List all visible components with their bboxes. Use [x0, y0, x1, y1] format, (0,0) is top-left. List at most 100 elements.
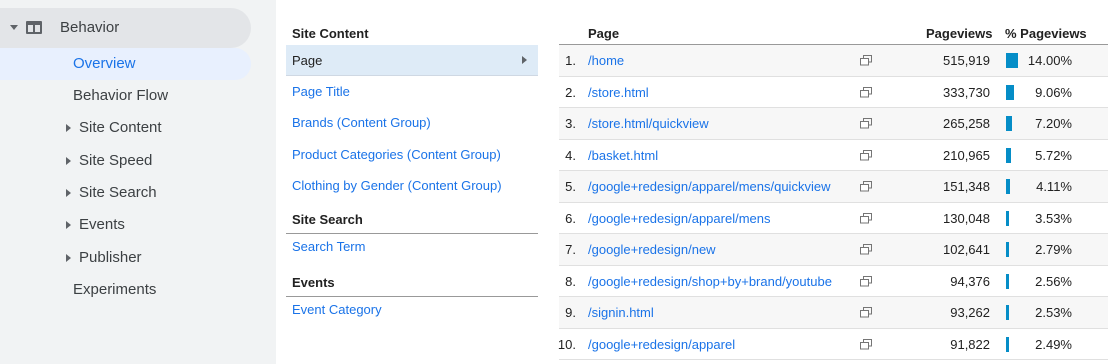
- column-header-pageviews[interactable]: Pageviews: [926, 26, 993, 41]
- page-link[interactable]: /google+redesign/new: [588, 242, 716, 257]
- table-row: 3. /store.html/quickview 265,258 7.20%: [559, 108, 1108, 140]
- open-external-icon[interactable]: [860, 212, 872, 224]
- nav-behavior-label: Behavior: [60, 19, 120, 36]
- behavior-sidebar: Behavior Overview Behavior Flow Site Con…: [0, 0, 276, 364]
- pageviews-share-bar: [1006, 273, 1009, 289]
- nav-overview[interactable]: Overview: [0, 48, 251, 80]
- caret-right-icon: [66, 124, 71, 132]
- nav-site-search[interactable]: Site Search: [0, 177, 251, 209]
- caret-right-icon: [66, 189, 71, 197]
- open-external-icon[interactable]: [860, 149, 872, 161]
- nav-site-speed[interactable]: Site Speed: [0, 145, 251, 177]
- table-row: 10. /google+redesign/apparel 91,822 2.49%: [557, 329, 1108, 360]
- dimension-product-categories[interactable]: Product Categories (Content Group): [286, 139, 538, 170]
- row-index: 10.: [557, 336, 576, 352]
- pageviews-value: 130,048: [943, 210, 990, 226]
- page-link[interactable]: /store.html: [588, 85, 649, 100]
- nav-experiments[interactable]: Experiments: [0, 274, 251, 306]
- open-external-icon[interactable]: [860, 55, 872, 66]
- behavior-window-icon: [26, 21, 42, 34]
- row-index: 4.: [565, 147, 576, 163]
- page-link[interactable]: /store.html/quickview: [588, 116, 709, 131]
- page-link[interactable]: /google+redesign/apparel: [588, 337, 735, 352]
- page-link[interactable]: /google+redesign/apparel/mens/quickview: [588, 179, 830, 194]
- dimension-page-label: Page: [292, 53, 323, 68]
- pageviews-value: 94,376: [950, 273, 990, 289]
- caret-down-icon: [10, 25, 18, 30]
- table-row: 4. /basket.html 210,965 5.72%: [559, 140, 1108, 171]
- nav-behavior-flow[interactable]: Behavior Flow: [0, 80, 251, 112]
- pageviews-share-bar: [1006, 336, 1009, 352]
- page-link[interactable]: /signin.html: [588, 305, 654, 320]
- pct-pageviews-value: 2.49%: [1035, 336, 1072, 352]
- pageviews-value: 91,822: [950, 336, 990, 352]
- pageviews-share-bar: [1006, 84, 1014, 100]
- dimension-event-category[interactable]: Event Category: [286, 294, 538, 325]
- pct-pageviews-value: 5.72%: [1035, 147, 1072, 163]
- row-index: 8.: [565, 273, 576, 289]
- column-header-pct-pageviews[interactable]: % Pageviews: [1005, 26, 1087, 41]
- pageviews-value: 102,641: [943, 242, 990, 257]
- open-external-icon[interactable]: [860, 181, 872, 192]
- page-link[interactable]: /google+redesign/shop+by+brand/youtube: [588, 274, 832, 289]
- table-row: 9. /signin.html 93,262 2.53%: [559, 297, 1108, 329]
- pct-pageviews-value: 2.53%: [1035, 305, 1072, 320]
- pageviews-value: 93,262: [950, 305, 990, 320]
- row-index: 7.: [565, 242, 576, 257]
- page-link[interactable]: /basket.html: [588, 148, 658, 163]
- dimension-clothing-by-gender[interactable]: Clothing by Gender (Content Group): [286, 170, 538, 201]
- dimension-brands[interactable]: Brands (Content Group): [286, 107, 538, 138]
- open-external-icon[interactable]: [860, 275, 872, 287]
- table-row: 1. /home 515,919 14.00%: [559, 45, 1108, 77]
- dimension-page[interactable]: Page: [286, 45, 538, 76]
- nav-events-label: Events: [79, 216, 125, 233]
- dimension-page-title[interactable]: Page Title: [286, 76, 538, 107]
- pageviews-share-bar: [1006, 116, 1012, 131]
- row-index: 3.: [565, 116, 576, 131]
- open-external-icon[interactable]: [860, 244, 872, 255]
- page-link[interactable]: /google+redesign/apparel/mens: [588, 211, 771, 226]
- table-row: 2. /store.html 333,730 9.06%: [559, 77, 1108, 108]
- pageviews-share-bar: [1006, 147, 1011, 163]
- pageviews-value: 210,965: [943, 147, 990, 163]
- nav-site-search-label: Site Search: [79, 184, 157, 201]
- table-row: 6. /google+redesign/apparel/mens 130,048 3.…: [559, 203, 1108, 234]
- nav-site-speed-label: Site Speed: [79, 152, 153, 169]
- open-external-icon[interactable]: [860, 86, 872, 98]
- open-external-icon[interactable]: [860, 338, 872, 350]
- nav-experiments-label: Experiments: [73, 281, 157, 298]
- pct-pageviews-value: 14.00%: [1027, 53, 1072, 68]
- pct-pageviews-value: 3.53%: [1035, 210, 1072, 226]
- column-header-page[interactable]: Page: [588, 26, 619, 41]
- nav-behavior[interactable]: Behavior: [0, 8, 251, 48]
- chevron-right-icon: [522, 56, 527, 64]
- nav-site-content[interactable]: Site Content: [0, 112, 251, 144]
- row-index: 9.: [565, 305, 576, 320]
- nav-publisher[interactable]: Publisher: [0, 242, 251, 274]
- caret-right-icon: [66, 254, 71, 262]
- pageviews-share-bar: [1006, 179, 1010, 194]
- row-index: 1.: [565, 53, 576, 68]
- table-row: 7. /google+redesign/new 102,641 2.79%: [559, 234, 1108, 266]
- page-link[interactable]: /home: [588, 53, 624, 68]
- pct-pageviews-value: 2.79%: [1035, 242, 1072, 257]
- pageviews-value: 151,348: [943, 179, 990, 194]
- pct-pageviews-value: 9.06%: [1035, 84, 1072, 100]
- table-row: 5. /google+redesign/apparel/mens/quickvie…: [559, 171, 1108, 203]
- pageviews-share-bar: [1006, 305, 1009, 320]
- nav-behavior-flow-label: Behavior Flow: [73, 87, 169, 104]
- pct-pageviews-value: 7.20%: [1035, 116, 1072, 131]
- nav-overview-label: Overview: [73, 55, 136, 72]
- open-external-icon[interactable]: [860, 118, 872, 129]
- table-row: 8. /google+redesign/shop+by+brand/youtube…: [559, 266, 1108, 297]
- nav-events[interactable]: Events: [0, 209, 251, 241]
- nav-site-content-label: Site Content: [79, 119, 162, 136]
- pct-pageviews-value: 4.11%: [1036, 179, 1072, 194]
- pct-pageviews-value: 2.56%: [1035, 273, 1072, 289]
- pageviews-share-bar: [1006, 53, 1018, 68]
- row-index: 2.: [565, 84, 576, 100]
- dimension-search-term[interactable]: Search Term: [286, 231, 538, 262]
- pageviews-value: 333,730: [943, 84, 990, 100]
- open-external-icon[interactable]: [860, 307, 872, 318]
- table-header: Page Pageviews % Pageviews: [559, 0, 1108, 45]
